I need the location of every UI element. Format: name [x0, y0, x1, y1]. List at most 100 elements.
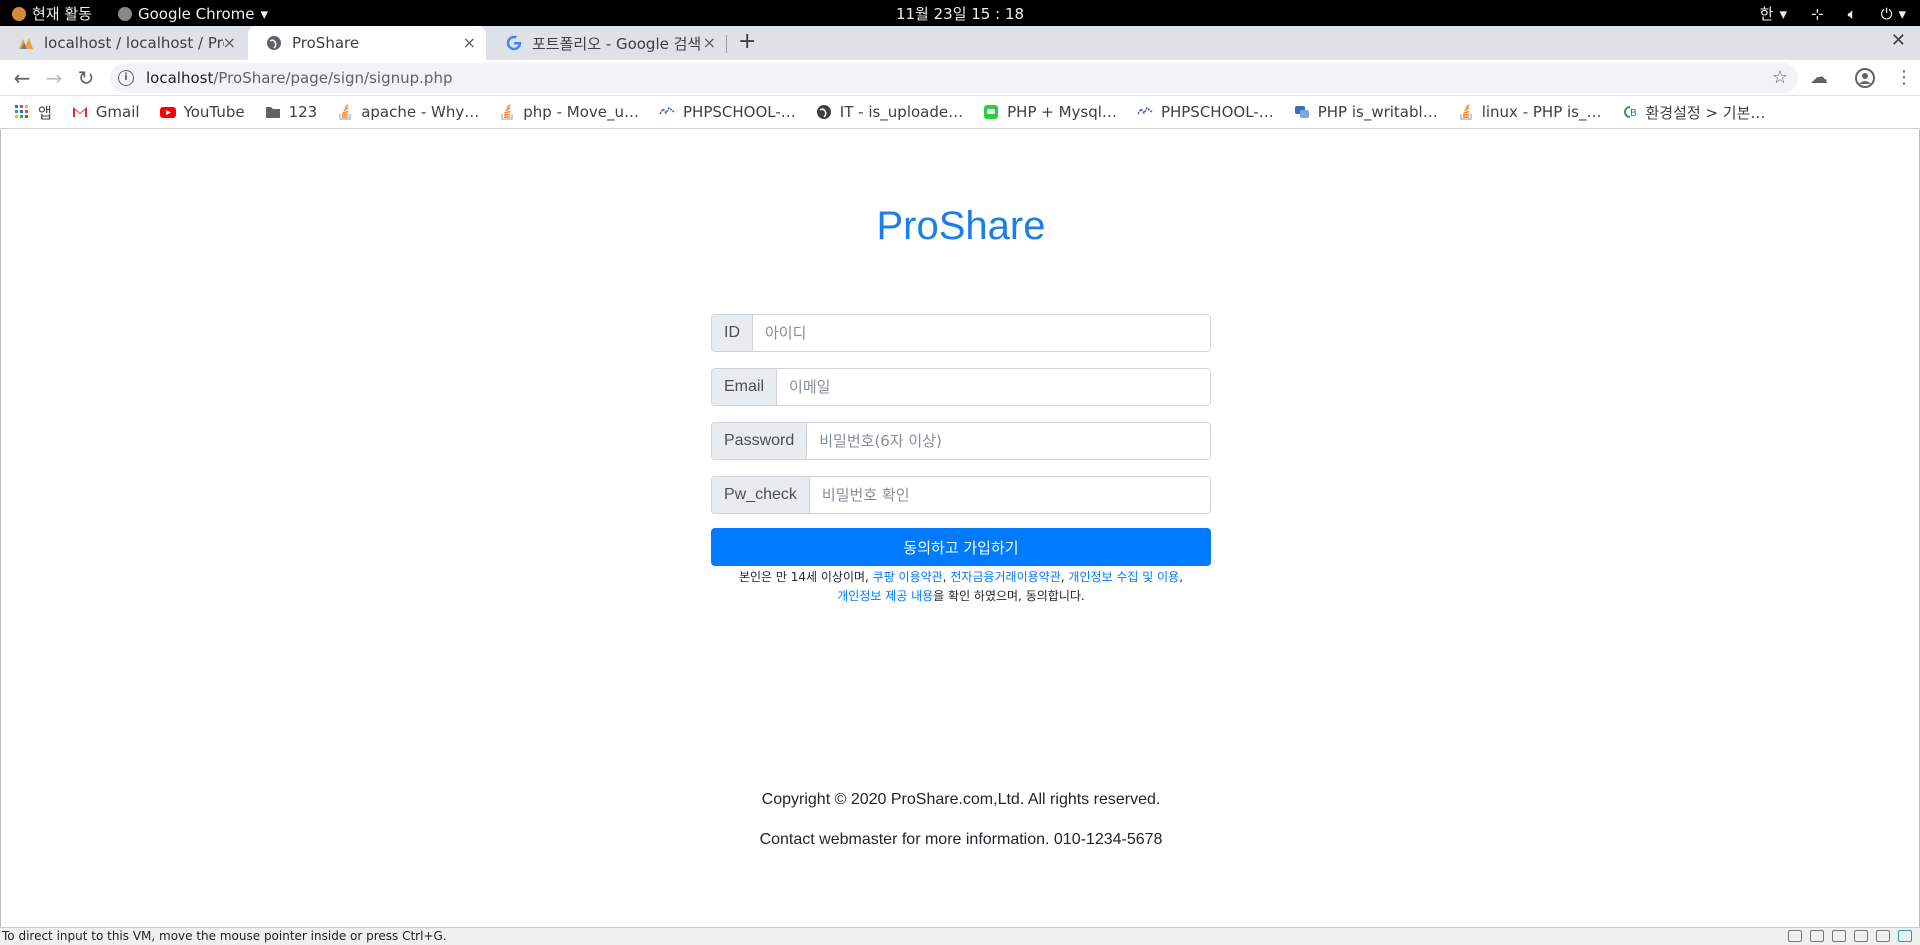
- terms-separator: ,: [1179, 570, 1184, 584]
- bookmark-label: IT - is_uploade…: [839, 103, 964, 121]
- google-icon: [506, 35, 522, 51]
- power-menu[interactable]: ⏻ ▾: [1881, 5, 1906, 23]
- privacy-provision-link[interactable]: 개인정보 제공 내용: [837, 589, 933, 603]
- bookmark-star-icon[interactable]: ☆: [1772, 67, 1788, 88]
- bookmark-php-is-writable[interactable]: PHP is_writabl…: [1294, 103, 1438, 121]
- tab-title: ProShare: [292, 34, 360, 52]
- bookmark-label: php - Move_u…: [523, 103, 640, 121]
- sound-icon[interactable]: [1876, 930, 1890, 942]
- phpschool-icon: [659, 106, 675, 115]
- printer-icon[interactable]: [1854, 930, 1868, 942]
- terms-of-service-link[interactable]: 쿠팡 이용약관: [873, 570, 943, 584]
- bookmark-apps[interactable]: 앱: [14, 102, 52, 123]
- cloud-icon[interactable]: ☁: [1810, 67, 1828, 88]
- info-icon[interactable]: i: [118, 70, 134, 86]
- email-field-group: Email: [711, 368, 1211, 406]
- password-check-input[interactable]: [809, 477, 1210, 513]
- terms-prefix: 본인은 만 14세 이상이며,: [738, 570, 873, 584]
- reload-icon[interactable]: ↻: [74, 66, 98, 90]
- message-icon[interactable]: [1898, 930, 1912, 942]
- electronic-finance-terms-link[interactable]: 전자금융거래이용약관: [950, 570, 1060, 584]
- youtube-icon: [159, 107, 176, 118]
- new-tab-button[interactable]: +: [738, 29, 756, 54]
- system-top-bar: 현재 활동 Google Chrome ▾ 11월 23일 15 : 18 한 …: [0, 0, 1920, 26]
- phpschool-icon: [1137, 106, 1153, 115]
- close-icon[interactable]: ×: [703, 33, 716, 52]
- id-label: ID: [712, 315, 753, 351]
- bookmark-label: YouTube: [183, 103, 245, 121]
- bookmark-label: PHPSCHOOL-…: [683, 103, 796, 121]
- cd-icon[interactable]: [1810, 930, 1824, 942]
- bookmark-label: linux - PHP is_…: [1481, 103, 1602, 121]
- tab-phpmyadmin[interactable]: localhost / localhost / Pro ×: [0, 26, 246, 60]
- email-input[interactable]: [777, 369, 1210, 405]
- power-icon: ⏻: [1880, 4, 1893, 23]
- bookmark-youtube[interactable]: YouTube: [159, 103, 245, 121]
- bookmark-it-is-uploaded[interactable]: IT - is_uploade…: [816, 103, 963, 121]
- address-bar[interactable]: i localhost /ProShare/page/sign/signup.p…: [110, 63, 1798, 93]
- password-input[interactable]: [807, 423, 1210, 459]
- url-host: localhost: [146, 69, 214, 87]
- hdd-icon[interactable]: [1788, 930, 1802, 942]
- close-icon[interactable]: ×: [463, 33, 476, 52]
- tab-google-search[interactable]: 포트폴리오 - Google 검색 ×: [488, 26, 726, 60]
- vm-status-text: To direct input to this VM, move the mou…: [2, 929, 447, 943]
- bookmark-gmail[interactable]: Gmail: [72, 103, 140, 121]
- privacy-collection-link[interactable]: 개인정보 수집 및 이용: [1068, 570, 1179, 584]
- copyright-text: Copyright © 2020 ProShare.com,Ltd. All r…: [761, 791, 1161, 808]
- network-adapter-icon[interactable]: [1832, 930, 1846, 942]
- folder-icon: [265, 107, 280, 118]
- account-icon[interactable]: [1855, 68, 1875, 88]
- email-label: Email: [712, 369, 778, 405]
- bookmark-linux-php[interactable]: linux - PHP is_…: [1458, 103, 1602, 121]
- bookmark-phpschool-1[interactable]: PHPSCHOOL-…: [659, 103, 796, 121]
- id-input[interactable]: [753, 315, 1210, 351]
- stackoverflow-icon: [339, 104, 351, 120]
- bookmark-stackoverflow-apache[interactable]: apache - Why…: [337, 103, 479, 121]
- terms-notice: 본인은 만 14세 이상이며, 쿠팡 이용약관, 전자금융거래이용약관, 개인정…: [711, 568, 1211, 606]
- chat-bubble-icon: [1294, 106, 1309, 118]
- bookmark-folder-123[interactable]: 123: [265, 103, 318, 121]
- url-path: /ProShare/page/sign/signup.php: [213, 69, 453, 87]
- clock[interactable]: 11월 23일 15 : 18: [0, 3, 1920, 24]
- input-method-menu[interactable]: 한 ▾: [1760, 3, 1787, 24]
- line-chat-icon: [984, 105, 999, 119]
- bookmark-settings[interactable]: B 환경설정 > 기본…: [1622, 102, 1766, 123]
- tab-strip: localhost / localhost / Pro × ProShare ×…: [0, 26, 1920, 60]
- network-icon[interactable]: ⊹: [1811, 5, 1824, 23]
- bookmark-php-mysql[interactable]: PHP + Mysql…: [983, 103, 1117, 121]
- tab-proshare[interactable]: ProShare ×: [248, 26, 486, 60]
- bookmark-label: 123: [288, 103, 318, 121]
- agree-and-signup-button[interactable]: 동의하고 가입하기: [711, 528, 1211, 566]
- signup-form: ID Email Password Pw_check 동의하고 가입하기 본인은…: [711, 314, 1211, 606]
- bookmarks-bar: 앱 Gmail YouTube 123 apache - Why… php - …: [0, 96, 1920, 129]
- window-close-button[interactable]: ✕: [1891, 30, 1906, 51]
- tab-separator: [726, 35, 727, 53]
- stackoverflow-icon: [1459, 104, 1472, 120]
- svg-text:B: B: [1630, 108, 1637, 119]
- globe-icon: [816, 105, 831, 119]
- brand-title[interactable]: ProShare: [1, 204, 1920, 249]
- id-field-group: ID: [711, 314, 1211, 352]
- close-icon[interactable]: ×: [223, 33, 236, 52]
- bookmark-label: 앱: [38, 103, 52, 122]
- menu-kebab-icon[interactable]: ⋮: [1895, 67, 1913, 88]
- apps-grid-icon: [15, 105, 28, 118]
- chevron-down-icon: ▾: [1779, 4, 1787, 23]
- bookmark-stackoverflow-php[interactable]: php - Move_u…: [499, 103, 639, 121]
- volume-icon[interactable]: 🔈︎: [1848, 5, 1857, 23]
- forward-arrow-icon[interactable]: →: [42, 66, 66, 90]
- gmail-icon: [72, 107, 87, 117]
- bookmark-phpschool-2[interactable]: PHPSCHOOL-…: [1137, 103, 1274, 121]
- cb-logo-icon: B: [1623, 106, 1637, 119]
- stackoverflow-icon: [501, 104, 514, 120]
- bookmark-label: 환경설정 > 기본…: [1645, 103, 1766, 122]
- input-method-label: 한: [1759, 5, 1774, 23]
- back-arrow-icon[interactable]: ←: [10, 66, 34, 90]
- globe-icon: [267, 36, 281, 50]
- bookmark-label: PHPSCHOOL-…: [1160, 103, 1274, 121]
- bookmark-label: PHP + Mysql…: [1007, 103, 1117, 121]
- page-viewport: ProShare ID Email Password Pw_check 동의하고…: [0, 130, 1920, 927]
- password-check-field-group: Pw_check: [711, 476, 1211, 514]
- chevron-down-icon: ▾: [1898, 4, 1906, 23]
